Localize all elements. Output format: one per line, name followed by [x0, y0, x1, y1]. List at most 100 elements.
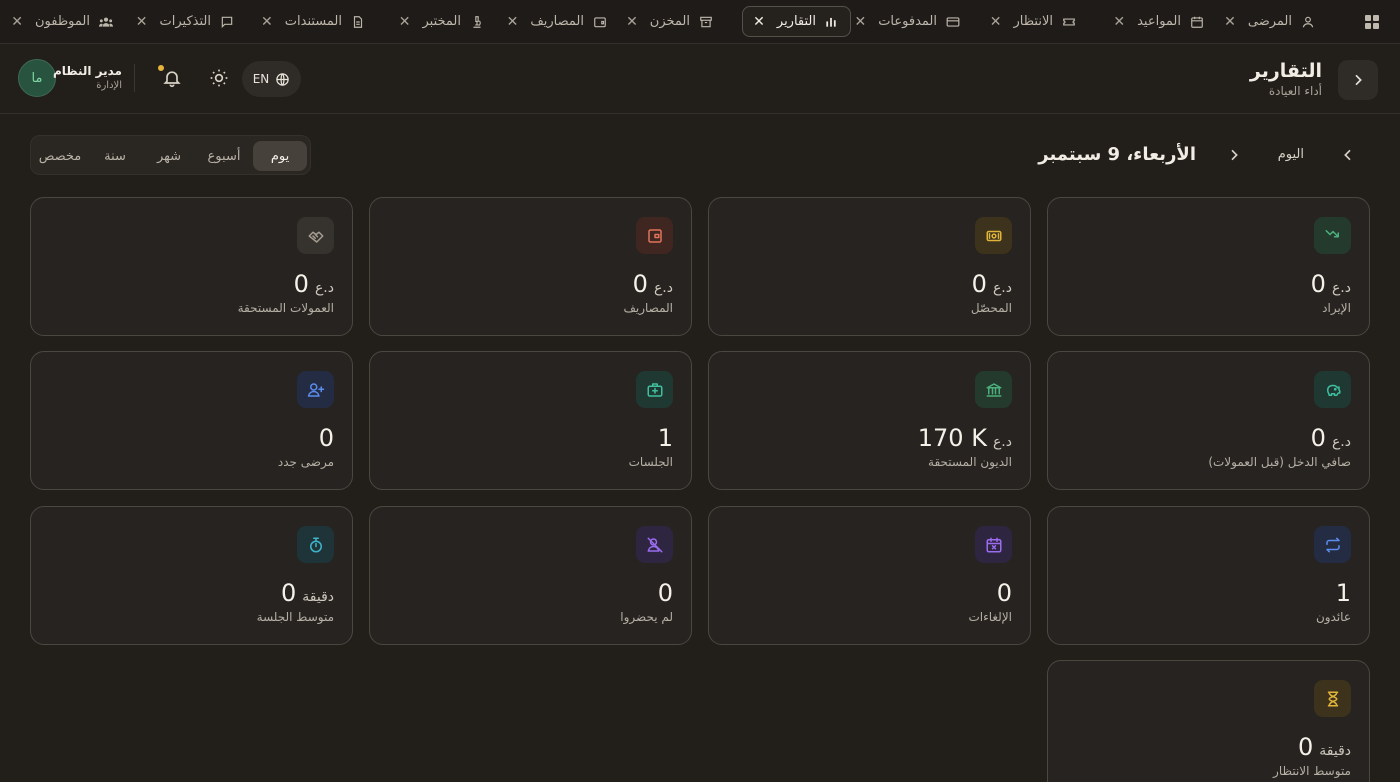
stat-value-row: د.ع 0 [294, 270, 334, 298]
calendar-x-icon [975, 526, 1012, 563]
stat-value: 0 [318, 424, 334, 452]
stat-card: 1 عائدون [1047, 506, 1370, 645]
stat-value-row: د.ع 0 [972, 270, 1012, 298]
tab-inventory[interactable]: المخزن ✕ [614, 6, 726, 37]
tab-label: التذكيرات [159, 14, 211, 29]
tab-reminders[interactable]: التذكيرات ✕ [124, 6, 247, 37]
close-icon[interactable]: ✕ [626, 14, 638, 30]
close-icon[interactable]: ✕ [11, 14, 23, 30]
stat-value-row: دقيقة 0 [281, 579, 334, 607]
stat-value-row: 0 [319, 424, 334, 452]
stat-value: 0 [280, 579, 297, 607]
close-icon[interactable]: ✕ [261, 14, 273, 30]
tab-appointments[interactable]: المواعيد ✕ [1101, 6, 1217, 37]
tab-label: المصاريف [530, 14, 584, 29]
stat-label: الديون المستحقة [928, 455, 1012, 469]
tab-patients[interactable]: المرضى ✕ [1212, 6, 1328, 37]
stat-value: 0 [971, 270, 987, 298]
avatar[interactable]: ما [18, 59, 56, 97]
close-icon[interactable]: ✕ [990, 14, 1002, 30]
stat-unit: د.ع [653, 280, 673, 296]
tab-bar: المرضى ✕ المواعيد ✕ الانتظار ✕ المدفوعات… [0, 0, 1400, 44]
user-info[interactable]: مدير النظام الإدارة [53, 64, 122, 91]
hourglass-icon [1314, 680, 1351, 717]
stat-value: 0 [1310, 424, 1326, 452]
back-button[interactable] [1338, 60, 1378, 100]
message-icon [219, 14, 235, 30]
stat-unit: د.ع [992, 434, 1012, 450]
period-day[interactable]: يوم [253, 141, 307, 171]
close-icon[interactable]: ✕ [1113, 14, 1125, 30]
chevron-left-icon[interactable] [1226, 147, 1242, 163]
stat-value: 1 [1335, 579, 1351, 607]
tab-label: المستندات [284, 14, 342, 29]
user-role: الإدارة [96, 80, 122, 91]
period-week[interactable]: أسبوع [198, 141, 250, 171]
stat-card: دقيقة 0 متوسط الانتظار [1047, 660, 1370, 782]
banknote-icon [975, 217, 1012, 254]
period-month[interactable]: شهر [143, 141, 195, 171]
team-icon [98, 14, 114, 30]
apps-grid-icon[interactable] [1362, 12, 1382, 32]
medical-bag-icon [636, 371, 673, 408]
piggy-bank-icon [1314, 371, 1351, 408]
tab-waiting[interactable]: الانتظار ✕ [978, 6, 1089, 37]
stat-value-row: دقيقة 0 [1298, 733, 1351, 761]
close-icon[interactable]: ✕ [854, 14, 866, 30]
microscope-icon [469, 14, 485, 30]
user-x-icon [636, 526, 673, 563]
page-header: التقارير أداء العيادة ما مدير النظام الإ… [0, 44, 1400, 114]
bank-icon [975, 371, 1012, 408]
close-icon[interactable]: ✕ [507, 14, 519, 30]
stat-unit: د.ع [992, 280, 1012, 296]
stat-label: متوسط الجلسة [256, 610, 334, 624]
today-button[interactable]: اليوم [1278, 147, 1304, 162]
stat-card: د.ع 170 K الديون المستحقة [708, 351, 1031, 490]
stat-label: متوسط الانتظار [1273, 764, 1351, 778]
close-icon[interactable]: ✕ [399, 14, 411, 30]
tab-expenses[interactable]: المصاريف ✕ [495, 6, 620, 37]
page-title: التقارير [1249, 60, 1322, 82]
tab-label: المواعيد [1137, 14, 1181, 29]
bell-icon[interactable] [160, 68, 182, 90]
close-icon[interactable]: ✕ [753, 14, 765, 30]
tab-lab[interactable]: المختبر ✕ [387, 6, 497, 37]
sun-icon[interactable] [207, 68, 229, 90]
stat-unit: د.ع [1331, 434, 1351, 450]
tab-payments[interactable]: المدفوعات ✕ [842, 6, 973, 37]
stat-card: 0 الإلغاءات [708, 506, 1031, 645]
chevron-right-icon[interactable] [1340, 147, 1356, 163]
tab-documents[interactable]: المستندات ✕ [249, 6, 378, 37]
stat-value: 0 [657, 579, 673, 607]
stat-card: د.ع 0 الإيراد [1047, 197, 1370, 336]
stat-card: د.ع 0 العمولات المستحقة [30, 197, 353, 336]
stat-card: د.ع 0 صافي الدخل (قبل العمولات) [1047, 351, 1370, 490]
wallet-icon [636, 217, 673, 254]
period-year[interactable]: سنة [90, 141, 140, 171]
stat-value-row: د.ع 0 [1311, 270, 1351, 298]
tab-reports[interactable]: التقارير ✕ [742, 6, 851, 37]
tab-label: المدفوعات [878, 14, 937, 29]
language-label: EN [252, 72, 270, 86]
stat-label: المصاريف [623, 301, 673, 315]
stat-value-row: د.ع 0 [633, 270, 673, 298]
tab-label: المرضى [1247, 14, 1292, 29]
handshake-icon [297, 217, 334, 254]
globe-icon [276, 72, 290, 86]
timer-icon [297, 526, 334, 563]
stat-unit: دقيقة [1319, 743, 1351, 759]
archive-icon [698, 14, 714, 30]
close-icon[interactable]: ✕ [1224, 14, 1236, 30]
stat-unit: د.ع [1331, 280, 1351, 296]
tab-label: المختبر [422, 14, 462, 29]
tab-staff[interactable]: الموظفون ✕ [0, 6, 126, 37]
stat-card: د.ع 0 المصاريف [369, 197, 692, 336]
stat-card: د.ع 0 المحصّل [708, 197, 1031, 336]
language-switch[interactable]: EN [242, 61, 301, 97]
stat-value: 0 [293, 270, 309, 298]
stat-label: مرضى جدد [277, 455, 334, 469]
period-custom[interactable]: مخصص [33, 141, 87, 171]
close-icon[interactable]: ✕ [136, 14, 148, 30]
stat-label: الإيراد [1322, 301, 1351, 315]
stat-value-row: د.ع 170 K [918, 424, 1012, 452]
